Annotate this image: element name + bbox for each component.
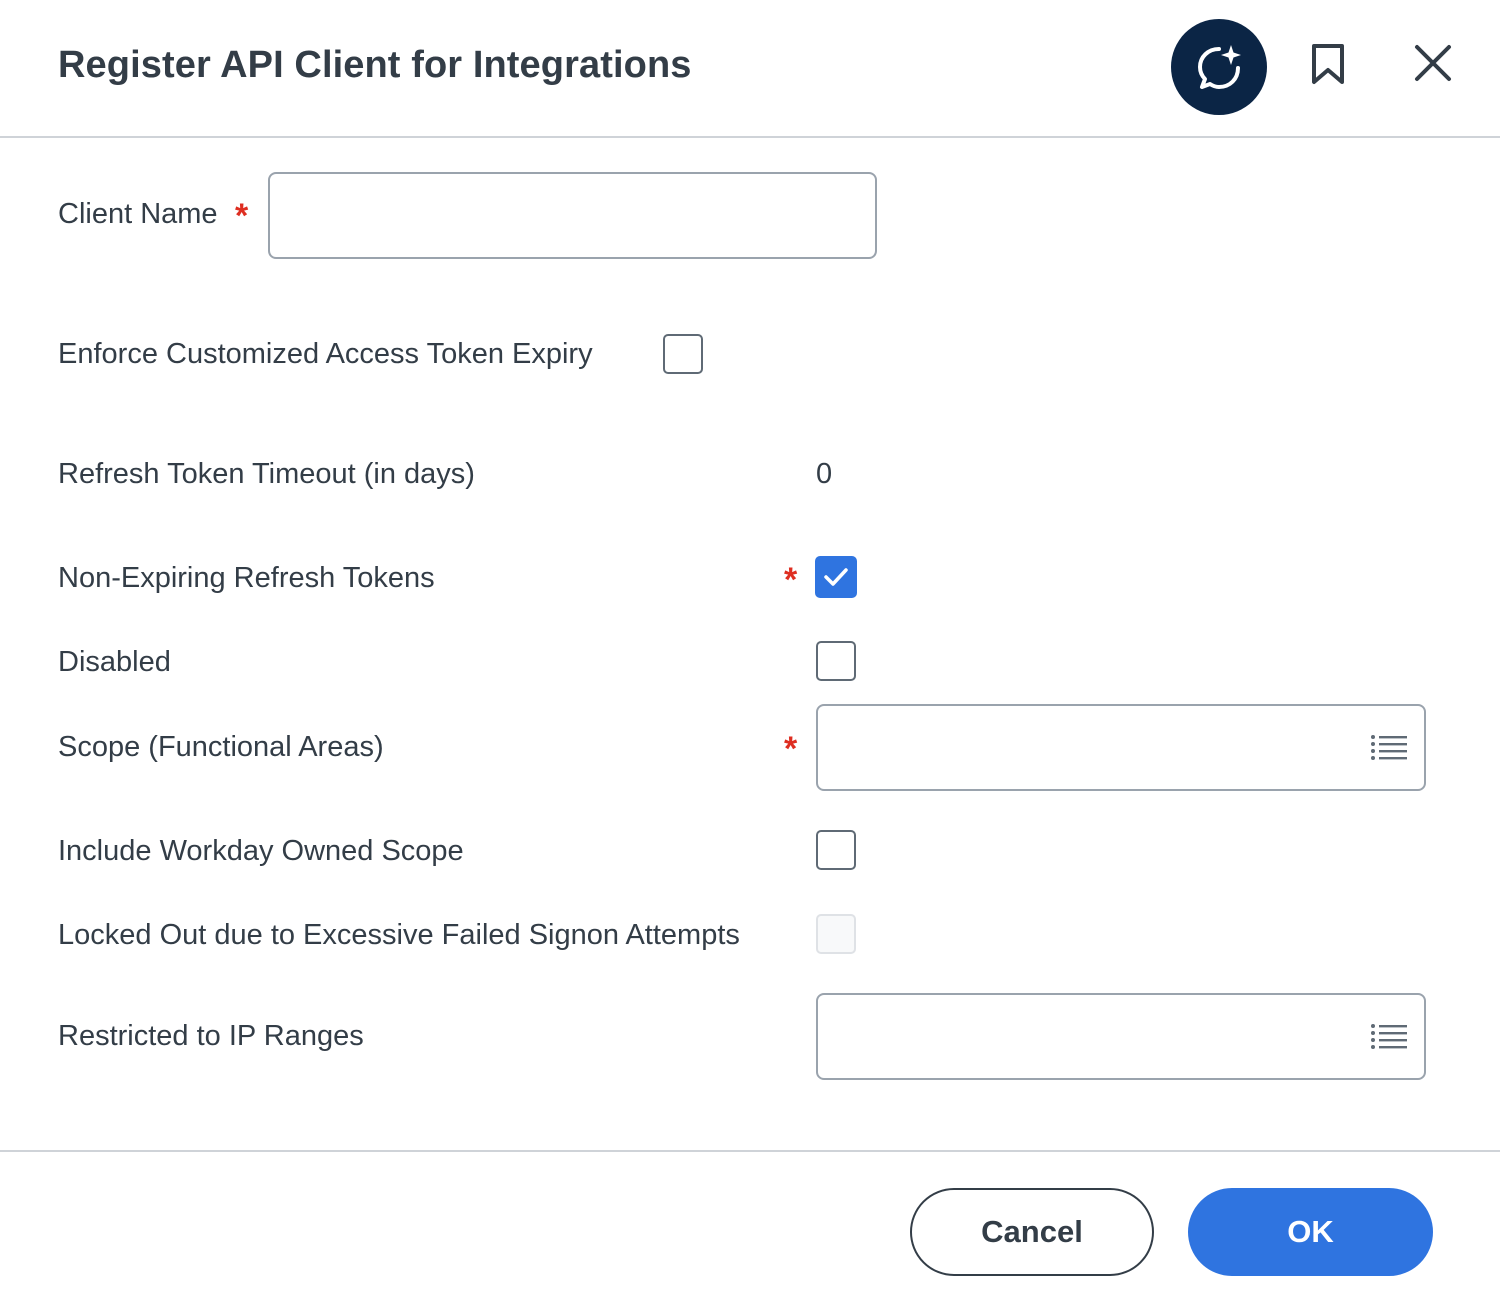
ip-ranges-prompt-input[interactable] [816, 993, 1426, 1080]
locked-out-checkbox [816, 914, 856, 954]
register-api-client-dialog: Register API Client for Integrations Cli… [0, 0, 1500, 1297]
assistant-sparkle-icon [1198, 45, 1241, 89]
list-icon[interactable] [1370, 732, 1408, 762]
include-workday-scope-checkbox[interactable] [816, 830, 856, 870]
enforce-expiry-checkbox[interactable] [663, 334, 703, 374]
scope-prompt-input[interactable] [816, 704, 1426, 791]
dialog-footer: Cancel OK [0, 1150, 1500, 1297]
include-workday-scope-label: Include Workday Owned Scope [58, 835, 464, 867]
close-icon [1415, 45, 1451, 81]
non-expiring-required-mark: * [784, 561, 798, 599]
disabled-checkbox[interactable] [816, 641, 856, 681]
dialog-header: Register API Client for Integrations [0, 0, 1500, 138]
cancel-button[interactable]: Cancel [910, 1188, 1154, 1276]
ip-ranges-label: Restricted to IP Ranges [58, 1020, 364, 1052]
bookmark-button[interactable] [1306, 40, 1350, 88]
assistant-button[interactable] [1171, 19, 1267, 115]
non-expiring-checkbox[interactable] [815, 556, 857, 598]
checkmark-icon [824, 568, 848, 586]
scope-required-mark: * [784, 730, 798, 768]
list-icon[interactable] [1370, 1021, 1408, 1051]
client-name-required-mark: * [235, 197, 249, 235]
close-button[interactable] [1410, 40, 1456, 86]
refresh-timeout-label: Refresh Token Timeout (in days) [58, 458, 475, 490]
client-name-label: Client Name [58, 198, 218, 230]
scope-label: Scope (Functional Areas) [58, 731, 384, 763]
client-name-input[interactable] [268, 172, 877, 259]
refresh-timeout-value: 0 [816, 458, 833, 490]
bookmark-icon [1312, 44, 1344, 84]
non-expiring-label: Non-Expiring Refresh Tokens [58, 562, 435, 594]
locked-out-label: Locked Out due to Excessive Failed Signo… [58, 919, 740, 951]
ok-button[interactable]: OK [1188, 1188, 1433, 1276]
enforce-expiry-label: Enforce Customized Access Token Expiry [58, 338, 593, 370]
dialog-title: Register API Client for Integrations [58, 44, 692, 86]
disabled-label: Disabled [58, 646, 171, 678]
